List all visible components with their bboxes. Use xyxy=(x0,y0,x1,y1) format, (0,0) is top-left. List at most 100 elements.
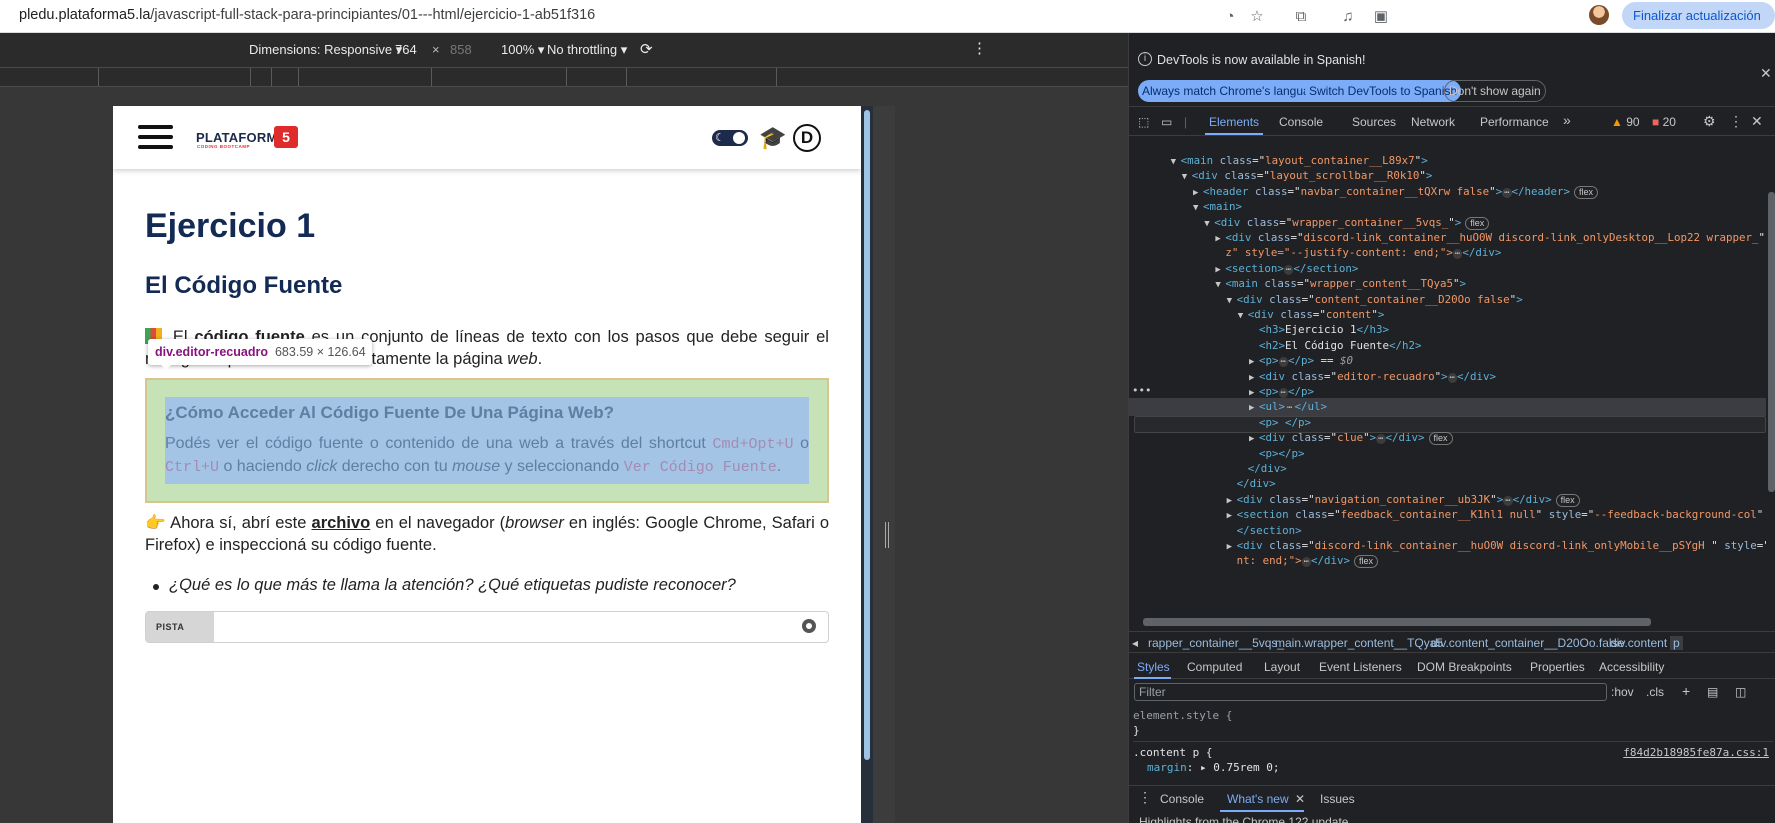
flex-badge[interactable]: flex xyxy=(1354,555,1379,569)
media-query-ruler[interactable] xyxy=(0,67,1128,87)
expand-triangle-icon[interactable]: ▼ xyxy=(1227,293,1237,310)
issue-counter[interactable]: ■ 20 xyxy=(1652,115,1676,129)
address-bar[interactable]: pledu.plataforma5.la/javascript-full-sta… xyxy=(19,7,595,23)
bookmark-star-icon[interactable]: ☆ xyxy=(1246,5,1268,27)
styles-filter-input[interactable]: Filter xyxy=(1134,683,1607,701)
performance-icon[interactable]: ◔ xyxy=(1219,5,1241,27)
rotate-icon[interactable]: ⟳ xyxy=(640,40,653,58)
tab-sources[interactable]: Sources xyxy=(1352,115,1396,129)
dom-node-row[interactable]: ▶ <header class="navbar_container__tQXrw … xyxy=(1193,183,1599,202)
crumb-3[interactable]: div.content_container__D20Oo.false xyxy=(1431,636,1624,650)
margin-declaration[interactable]: margin: ▸ 0.75rem 0; xyxy=(1133,760,1773,775)
url-host: pledu.plataforma5.la xyxy=(19,7,151,23)
extensions-icon[interactable]: ⧉ xyxy=(1290,5,1312,27)
media-icon[interactable]: ♫ xyxy=(1337,5,1359,27)
match-language-button[interactable]: Always match Chrome's language xyxy=(1138,80,1328,102)
collapsed-ellipsis[interactable]: ⋯ xyxy=(1278,357,1288,368)
editor-recuadro-highlight[interactable]: ¿Cómo Acceder Al Código Fuente De Una Pá… xyxy=(145,378,829,503)
flex-badge[interactable]: flex xyxy=(1465,216,1490,230)
collapsed-ellipsis[interactable]: ⋯ xyxy=(1283,264,1294,275)
cls-toggle[interactable]: .cls xyxy=(1646,685,1664,699)
close-icon[interactable]: ✕ xyxy=(1760,65,1772,82)
dom-row-ellipsis[interactable]: ••• xyxy=(1132,382,1152,399)
dom-node-row[interactable]: ▶ <section class="feedback_container__K1h… xyxy=(1227,506,1764,525)
expand-triangle-icon[interactable]: ▼ xyxy=(1182,169,1192,186)
collapsed-ellipsis[interactable]: ⋯ xyxy=(1447,372,1458,383)
settings-gear-icon[interactable]: ⚙ xyxy=(1703,113,1716,130)
crumb-2[interactable]: main.wrapper_content__TQya5 xyxy=(1275,636,1443,650)
paint-icon[interactable]: ▤ xyxy=(1707,685,1718,699)
side-panel-icon[interactable]: ▣ xyxy=(1370,5,1392,27)
crumb-4[interactable]: div.content xyxy=(1610,636,1667,650)
tab-elements[interactable]: Elements xyxy=(1209,115,1259,129)
user-avatar[interactable]: D xyxy=(793,124,821,152)
drawer-tab-whats-new[interactable]: What's new xyxy=(1227,792,1289,806)
more-options-icon[interactable]: ⋮ xyxy=(972,39,987,57)
device-toggle-icon[interactable]: ▭ xyxy=(1161,115,1172,129)
zoom-select[interactable]: 100% ▾ xyxy=(501,42,544,58)
crumb-1[interactable]: rapper_container__5vqs_ xyxy=(1148,636,1284,650)
collapsed-ellipsis[interactable]: ⋯ xyxy=(1503,495,1513,506)
collapsed-ellipsis[interactable]: ⋯ xyxy=(1301,557,1312,568)
dom-horizontal-scrollbar[interactable] xyxy=(1143,618,1651,626)
tab-performance[interactable]: Performance xyxy=(1480,115,1549,129)
content-p-selector[interactable]: .content p { xyxy=(1133,746,1212,759)
tab-accessibility[interactable]: Accessibility xyxy=(1599,660,1664,674)
drawer-menu-icon[interactable]: ⋮ xyxy=(1138,789,1152,806)
collapsed-ellipsis[interactable]: ⋯ xyxy=(1502,187,1512,198)
dom-tree[interactable]: ••• ▼ <main class="layout_container__L89x… xyxy=(1129,137,1766,647)
collapsed-ellipsis[interactable]: ⋯ xyxy=(1278,388,1288,398)
inspect-element-icon[interactable]: ⬚ xyxy=(1138,115,1149,129)
close-devtools-icon[interactable]: ✕ xyxy=(1751,113,1763,130)
expand-triangle-icon[interactable]: ▼ xyxy=(1171,154,1181,171)
drawer-tab-issues[interactable]: Issues xyxy=(1320,792,1355,806)
tab-network[interactable]: Network xyxy=(1411,115,1455,129)
flex-badge[interactable]: flex xyxy=(1555,493,1580,507)
resize-handle[interactable] xyxy=(885,522,889,548)
customize-menu-icon[interactable]: ⋮ xyxy=(1729,113,1743,130)
drawer-tab-close-icon[interactable]: ✕ xyxy=(1295,792,1305,806)
sidebar-toggle-icon[interactable]: ◫ xyxy=(1735,685,1746,699)
expand-triangle-icon[interactable]: ▼ xyxy=(1204,216,1214,233)
hamburger-menu-icon[interactable] xyxy=(138,125,173,149)
drawer-tab-console[interactable]: Console xyxy=(1160,792,1204,806)
crumb-scroll-left-icon[interactable]: ◂ xyxy=(1132,636,1138,650)
tab-console[interactable]: Console xyxy=(1279,115,1323,129)
more-tabs-icon[interactable]: » xyxy=(1563,112,1571,128)
flex-badge[interactable]: flex xyxy=(1574,185,1599,199)
tab-properties[interactable]: Properties xyxy=(1530,660,1585,674)
profile-avatar[interactable] xyxy=(1589,5,1609,25)
tab-computed[interactable]: Computed xyxy=(1187,660,1242,674)
update-button[interactable]: Finalizar actualización xyxy=(1622,2,1775,29)
warning-counter[interactable]: ▲ 90 xyxy=(1611,115,1640,129)
theme-toggle[interactable]: ☾ xyxy=(712,130,748,146)
archivo-link[interactable]: archivo xyxy=(312,514,371,532)
tab-layout[interactable]: Layout xyxy=(1264,660,1300,674)
stylesheet-link[interactable]: f84d2b18985fe87a.css:1 xyxy=(1623,745,1769,760)
height-input[interactable]: 858 xyxy=(450,42,472,57)
page-scrollbar[interactable] xyxy=(861,106,873,823)
switch-language-button[interactable]: Switch DevTools to Spanish xyxy=(1305,80,1462,102)
expand-triangle-icon[interactable]: ▼ xyxy=(1238,308,1248,325)
collapsed-ellipsis[interactable]: ⋯ xyxy=(1376,434,1386,445)
dom-scrollbar[interactable] xyxy=(1767,137,1775,647)
hov-toggle[interactable]: :hov xyxy=(1611,685,1634,699)
eye-icon[interactable] xyxy=(802,619,816,633)
tab-dom-breakpoints[interactable]: DOM Breakpoints xyxy=(1417,660,1512,674)
dom-node-row[interactable]: nt: end;"> ⋯ </div> flex xyxy=(1227,552,1379,569)
clue-box[interactable]: PISTA xyxy=(145,611,829,643)
collapsed-ellipsis[interactable]: ⋯ xyxy=(1452,249,1463,260)
element-style-rule[interactable]: element.style { xyxy=(1133,708,1773,723)
width-input[interactable]: 764 xyxy=(395,42,417,57)
flex-badge[interactable]: flex xyxy=(1428,432,1453,446)
dimensions-select[interactable]: Dimensions: Responsive ▾ xyxy=(249,42,402,58)
new-rule-icon[interactable]: + xyxy=(1682,683,1690,699)
tab-event-listeners[interactable]: Event Listeners xyxy=(1319,660,1402,674)
expand-triangle-icon[interactable]: ▼ xyxy=(1193,200,1203,217)
graduation-cap-icon[interactable]: 🎓 xyxy=(758,124,788,152)
tab-styles[interactable]: Styles xyxy=(1137,660,1170,674)
throttling-select[interactable]: No throttling ▾ xyxy=(547,42,627,58)
crumb-5[interactable]: p xyxy=(1670,636,1683,650)
expand-triangle-icon[interactable]: ▼ xyxy=(1215,277,1225,294)
dont-show-button[interactable]: Don't show again xyxy=(1444,80,1546,102)
